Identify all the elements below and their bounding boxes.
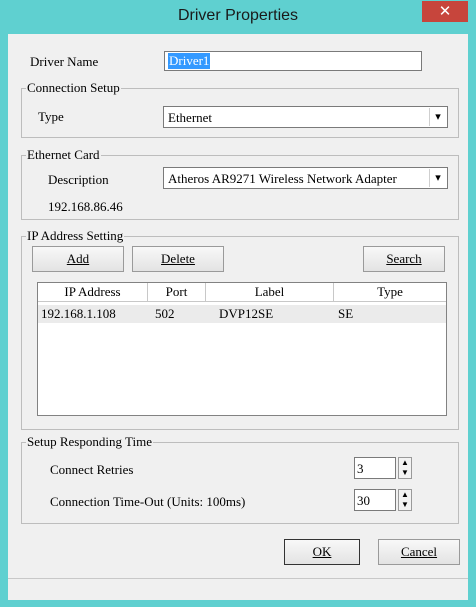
row-label: DVP12SE: [219, 306, 274, 321]
row-ip-address: 192.168.1.108: [41, 306, 116, 321]
connect-retries-value: 3: [357, 461, 364, 476]
spin-up-icon[interactable]: ▲: [399, 458, 411, 468]
add-button[interactable]: Add: [32, 246, 124, 272]
responding-time-caption: Setup Responding Time: [26, 434, 153, 450]
ethernet-card-caption: Ethernet Card: [26, 147, 101, 163]
cancel-button[interactable]: Cancel: [378, 539, 460, 565]
spin-down-icon[interactable]: ▼: [399, 500, 411, 510]
ip-address-setting-caption: IP Address Setting: [26, 228, 125, 244]
search-button-label: Search: [386, 251, 422, 266]
connection-type-select[interactable]: Ethernet ▾: [163, 106, 448, 128]
ip-address-list[interactable]: IP Address Port Label Type 192.168.1.108…: [37, 282, 447, 416]
driver-name-value: Driver1: [168, 53, 211, 69]
column-header-type[interactable]: Type: [334, 283, 446, 302]
dialog-client-area: Driver Name Driver1 Connection Setup Typ…: [8, 34, 468, 600]
connection-timeout-input[interactable]: 30: [354, 489, 396, 511]
connect-retries-stepper[interactable]: 3 ▲ ▼: [354, 457, 414, 479]
dropdown-arrow-icon[interactable]: ▾: [429, 108, 446, 126]
connection-type-label: Type: [38, 109, 64, 124]
status-bar: [8, 578, 468, 600]
driver-name-label: Driver Name: [30, 54, 99, 69]
dialog-window: Driver Properties ✕ Driver Name Driver1 …: [0, 0, 476, 607]
connection-timeout-stepper[interactable]: 30 ▲ ▼: [354, 489, 414, 511]
local-ip-address: 192.168.86.46: [48, 199, 123, 214]
spin-up-icon[interactable]: ▲: [399, 490, 411, 500]
connect-retries-label: Connect Retries: [50, 462, 134, 477]
dropdown-arrow-icon[interactable]: ▾: [429, 169, 446, 187]
connection-timeout-value: 30: [357, 493, 370, 508]
driver-name-input[interactable]: Driver1: [164, 51, 422, 71]
close-icon[interactable]: ✕: [422, 1, 468, 22]
column-header-label[interactable]: Label: [206, 283, 334, 302]
network-adapter-select[interactable]: Atheros AR9271 Wireless Network Adapter …: [163, 167, 448, 189]
connect-retries-spinner[interactable]: ▲ ▼: [398, 457, 412, 479]
row-type: SE: [338, 306, 354, 321]
network-adapter-value: Atheros AR9271 Wireless Network Adapter: [168, 171, 397, 186]
add-button-label: Add: [66, 251, 90, 266]
delete-button[interactable]: Delete: [132, 246, 224, 272]
column-header-ip-address[interactable]: IP Address: [38, 283, 148, 302]
description-label: Description: [48, 172, 109, 187]
table-row[interactable]: 192.168.1.108 502 DVP12SE SE: [38, 305, 446, 323]
window-title: Driver Properties: [177, 7, 299, 24]
delete-button-label: Delete: [161, 251, 195, 266]
spin-down-icon[interactable]: ▼: [399, 468, 411, 478]
column-header-port[interactable]: Port: [148, 283, 206, 302]
ok-button-label: OK: [312, 544, 332, 559]
cancel-button-label: Cancel: [400, 544, 438, 559]
ok-button[interactable]: OK: [284, 539, 360, 565]
connect-retries-input[interactable]: 3: [354, 457, 396, 479]
search-button[interactable]: Search: [363, 246, 445, 272]
connection-type-value: Ethernet: [168, 110, 213, 125]
responding-time-group: Setup Responding Time: [21, 434, 459, 524]
connection-timeout-spinner[interactable]: ▲ ▼: [398, 489, 412, 511]
connection-setup-caption: Connection Setup: [26, 80, 121, 96]
row-port: 502: [155, 306, 175, 321]
connection-timeout-label: Connection Time-Out (Units: 100ms): [50, 494, 246, 509]
title-bar[interactable]: Driver Properties ✕: [0, 0, 476, 34]
